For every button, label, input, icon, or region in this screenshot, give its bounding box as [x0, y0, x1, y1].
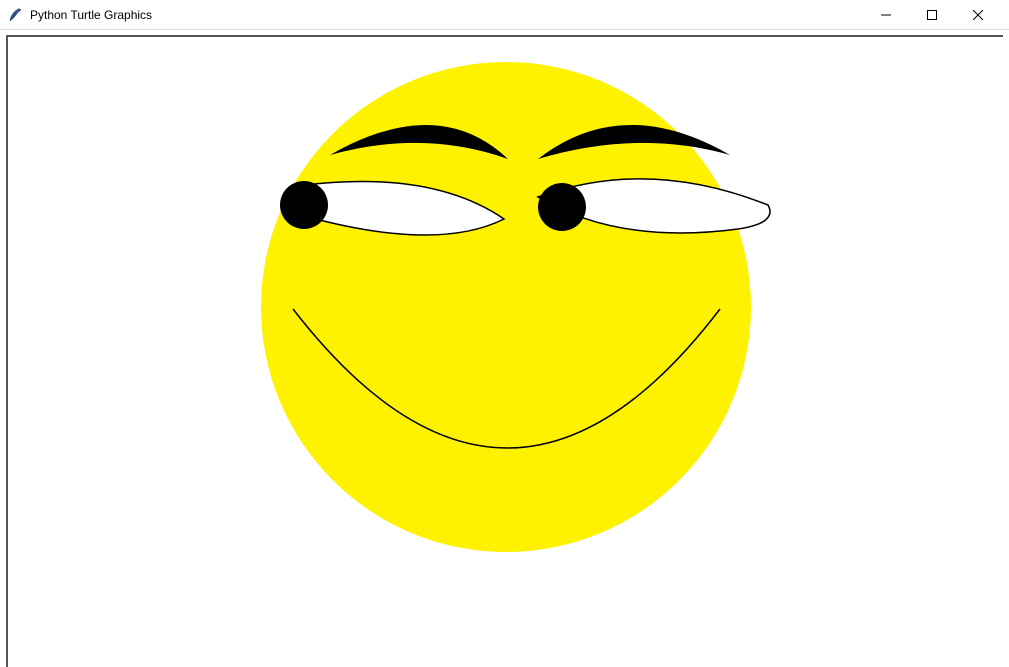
window-titlebar: Python Turtle Graphics: [0, 0, 1009, 30]
minimize-button[interactable]: [863, 0, 909, 30]
window-title: Python Turtle Graphics: [30, 8, 863, 22]
turtle-drawing: [8, 37, 1003, 667]
maximize-button[interactable]: [909, 0, 955, 30]
canvas-frame: [6, 35, 1003, 667]
close-button[interactable]: [955, 0, 1001, 30]
left-pupil: [280, 181, 328, 229]
right-pupil: [538, 183, 586, 231]
feather-icon: [8, 7, 24, 23]
window-controls: [863, 0, 1001, 30]
turtle-canvas: [8, 37, 1003, 667]
